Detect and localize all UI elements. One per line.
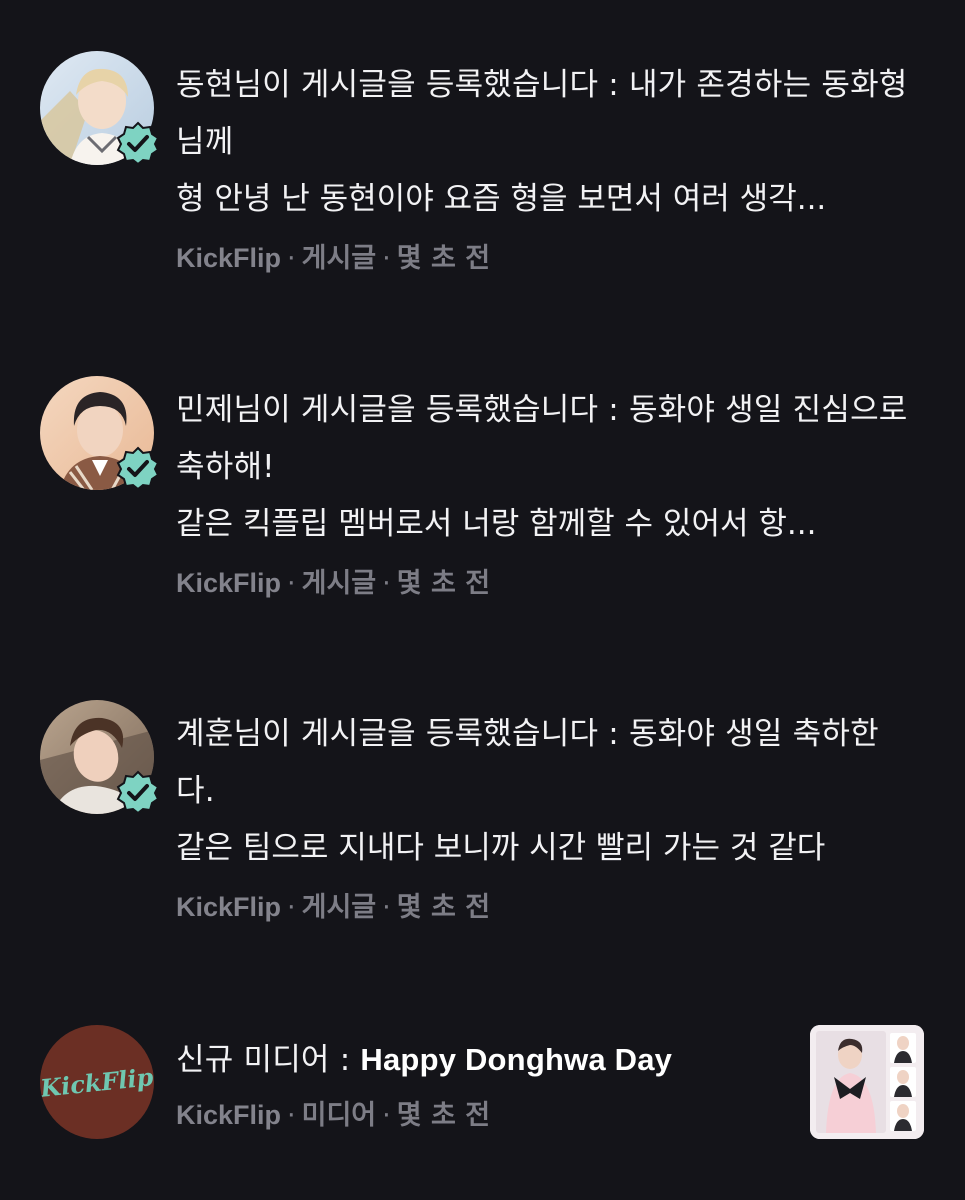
meta-time: 몇 초 전: [396, 1100, 491, 1131]
notification-message: 민제님이 게시글을 등록했습니다 : 동화야 생일 진심으로 축하해!: [176, 392, 908, 485]
notification-preview: 같은 팀으로 지내다 보니까 시간 빨리 가는 것 같다: [176, 830, 826, 866]
avatar-container[interactable]: [40, 376, 160, 490]
avatar[interactable]: KickFlip: [40, 1025, 154, 1139]
meta-time: 몇 초 전: [396, 892, 491, 923]
kickflip-logo: KickFlip: [40, 1062, 154, 1103]
meta-source: KickFlip: [176, 892, 282, 922]
notification-preview: 형 안녕 난 동현이야 요즘 형을 보면서 여러 생각...: [176, 181, 827, 217]
verified-badge-icon: [116, 770, 160, 814]
meta-separator: ·: [382, 892, 391, 923]
meta-type: 미디어: [301, 1100, 377, 1131]
meta-time: 몇 초 전: [396, 568, 491, 599]
meta-separator: ·: [287, 892, 296, 923]
notification-content: 신규 미디어 : Happy Donghwa Day KickFlip · 미디어 ·…: [176, 1031, 796, 1136]
media-thumbnail[interactable]: [810, 1025, 924, 1139]
meta-separator: ·: [382, 568, 391, 599]
meta-type: 게시글: [301, 568, 377, 599]
meta-source: KickFlip: [176, 568, 282, 598]
notification-message: 계훈님이 게시글을 등록했습니다 : 동화야 생일 축하한다.: [176, 716, 879, 809]
meta-separator: ·: [287, 568, 296, 599]
notification-content: 계훈님이 게시글을 등록했습니다 : 동화야 생일 축하한다. 같은 팀으로 지…: [176, 706, 916, 928]
svg-text:KickFlip: KickFlip: [40, 1062, 154, 1103]
avatar-container[interactable]: [40, 51, 160, 165]
media-thumbnail-icon: [810, 1025, 924, 1139]
notification-content: 동현님이 게시글을 등록했습니다 : 내가 존경하는 동화형님께 형 안녕 난 …: [176, 57, 916, 279]
notification-meta: KickFlip · 게시글 · 몇 초 전: [176, 238, 916, 279]
verified-badge-icon: [116, 446, 160, 490]
meta-separator: ·: [287, 1100, 296, 1131]
notification-meta: KickFlip · 게시글 · 몇 초 전: [176, 563, 916, 604]
meta-type: 게시글: [301, 243, 377, 274]
meta-source: KickFlip: [176, 1100, 282, 1130]
meta-source: KickFlip: [176, 243, 282, 273]
avatar-container[interactable]: KickFlip: [40, 1025, 154, 1139]
meta-separator: ·: [382, 1100, 391, 1131]
notification-meta: KickFlip · 게시글 · 몇 초 전: [176, 887, 916, 928]
notification-message: 동현님이 게시글을 등록했습니다 : 내가 존경하는 동화형님께: [176, 67, 908, 160]
meta-separator: ·: [382, 243, 391, 274]
meta-type: 게시글: [301, 892, 377, 923]
media-title: Happy Donghwa Day: [360, 1042, 673, 1077]
avatar-container[interactable]: [40, 700, 160, 814]
notification-preview: 같은 킥플립 멤버로서 너랑 함께할 수 있어서 항...: [176, 506, 817, 542]
meta-time: 몇 초 전: [396, 243, 491, 274]
verified-badge-icon: [116, 121, 160, 165]
meta-separator: ·: [287, 243, 296, 274]
notification-meta: KickFlip · 미디어 · 몇 초 전: [176, 1095, 796, 1136]
notification-message: 신규 미디어 : Happy Donghwa Day: [176, 1031, 796, 1089]
message-prefix: 신규 미디어 :: [176, 1042, 361, 1078]
notification-content: 민제님이 게시글을 등록했습니다 : 동화야 생일 진심으로 축하해! 같은 킥…: [176, 382, 916, 604]
